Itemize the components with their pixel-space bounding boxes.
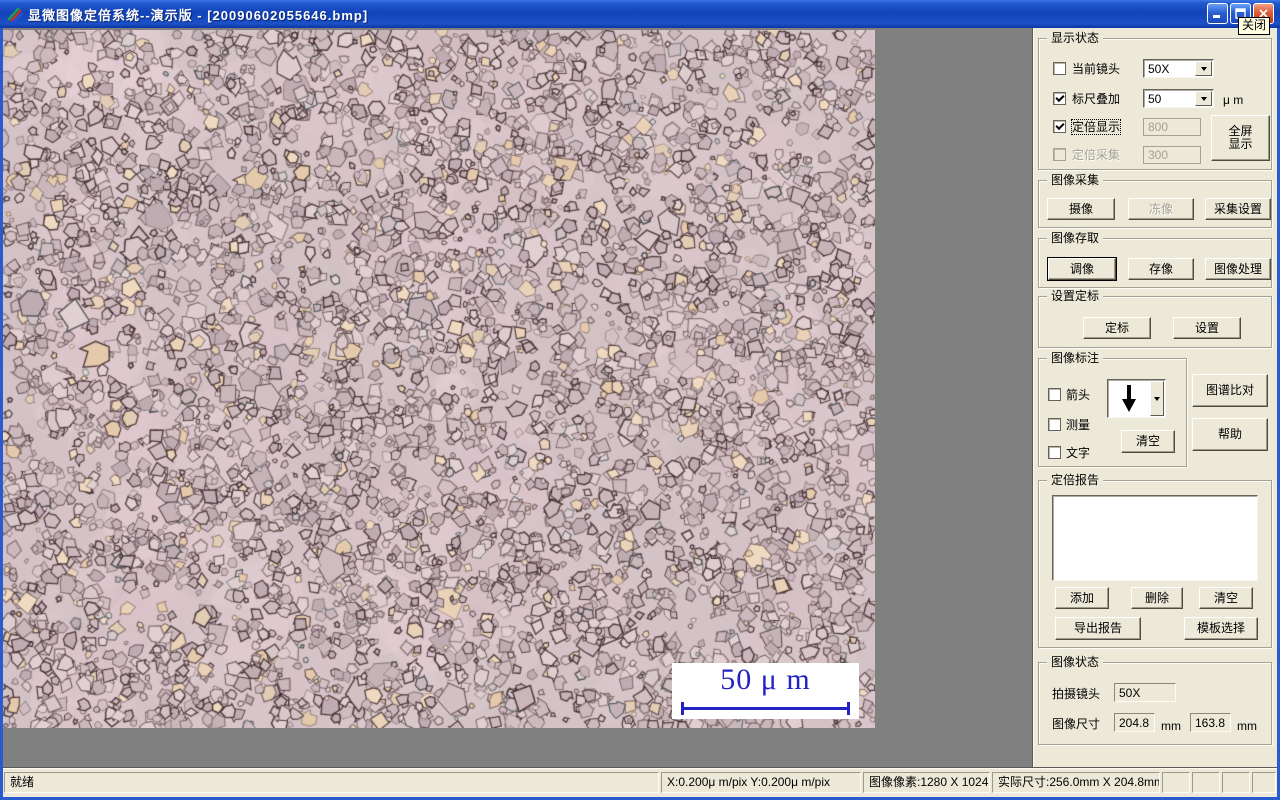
fixed-display-checkbox[interactable] bbox=[1053, 120, 1066, 133]
fixed-capture-checkbox bbox=[1053, 148, 1066, 161]
statusbar: 就绪 X:0.200μ m/pix Y:0.200μ m/pix 图像像素:12… bbox=[3, 768, 1277, 797]
arrow-style-select[interactable] bbox=[1107, 379, 1166, 418]
group-image-storage-title: 图像存取 bbox=[1047, 231, 1104, 245]
group-report-title: 定倍报告 bbox=[1047, 473, 1104, 487]
scale-bar-line bbox=[681, 702, 850, 715]
fixed-capture-label: 定倍采集 bbox=[1072, 148, 1121, 162]
window-title: 显微图像定倍系统--演示版 - [20090602055646.bmp] bbox=[28, 7, 369, 23]
micrograph-image[interactable] bbox=[3, 30, 875, 728]
fixed-capture-input: 300 bbox=[1143, 146, 1201, 164]
calibrate-button[interactable]: 定标 bbox=[1083, 317, 1151, 339]
group-calibration-title: 设置定标 bbox=[1047, 289, 1104, 303]
help-button[interactable]: 帮助 bbox=[1192, 418, 1268, 451]
image-height-field: 163.8 bbox=[1190, 713, 1231, 732]
chevron-down-icon[interactable] bbox=[1195, 61, 1212, 76]
group-image-status: 图像状态 拍摄镜头 50X 图像尺寸 204.8 mm 163.8 mm bbox=[1038, 655, 1272, 745]
ruler-overlay-label: 标尺叠加 bbox=[1072, 92, 1121, 106]
scale-bar-label: 50 μ m bbox=[720, 663, 811, 696]
status-pixel-scale: X:0.200μ m/pix Y:0.200μ m/pix bbox=[661, 772, 861, 793]
report-clear-button[interactable]: 清空 bbox=[1199, 587, 1253, 609]
export-report-button[interactable]: 导出报告 bbox=[1055, 617, 1141, 640]
status-empty-segment bbox=[1222, 772, 1250, 793]
ruler-size-select[interactable]: 50 bbox=[1143, 89, 1214, 108]
group-display-status: 显示状态 当前镜头 50X 标尺叠加 50 μ m 定倍显示 800 定倍采集 … bbox=[1038, 31, 1272, 170]
clear-annotation-button[interactable]: 清空 bbox=[1121, 430, 1175, 453]
group-calibration: 设置定标 定标 设置 bbox=[1038, 289, 1272, 348]
group-image-storage: 图像存取 调像 存像 图像处理 bbox=[1038, 231, 1272, 288]
group-report: 定倍报告 添加 删除 清空 导出报告 模板选择 bbox=[1038, 473, 1272, 648]
current-lens-select[interactable]: 50X bbox=[1143, 59, 1214, 78]
status-ready: 就绪 bbox=[4, 772, 659, 793]
group-annotation: 图像标注 箭头 测量 文字 清空 bbox=[1038, 351, 1187, 467]
text-annotation-label: 文字 bbox=[1066, 446, 1091, 460]
close-tooltip: 关闭 bbox=[1238, 17, 1271, 35]
status-actual-size: 实际尺寸:256.0mm X 204.8mm bbox=[992, 772, 1160, 793]
template-select-button[interactable]: 模板选择 bbox=[1184, 617, 1258, 640]
image-width-unit: mm bbox=[1161, 719, 1181, 733]
minimize-button[interactable] bbox=[1207, 3, 1228, 24]
arrow-annotation-checkbox[interactable] bbox=[1048, 388, 1061, 401]
control-panel: 显示状态 当前镜头 50X 标尺叠加 50 μ m 定倍显示 800 定倍采集 … bbox=[1033, 28, 1277, 768]
calibration-settings-button[interactable]: 设置 bbox=[1173, 317, 1241, 339]
lens-label: 拍摄镜头 bbox=[1052, 687, 1101, 701]
report-delete-button[interactable]: 删除 bbox=[1131, 587, 1183, 609]
group-image-capture-title: 图像采集 bbox=[1047, 173, 1104, 187]
chevron-down-icon[interactable] bbox=[1150, 381, 1164, 416]
down-arrow-icon bbox=[1108, 380, 1149, 417]
image-process-button[interactable]: 图像处理 bbox=[1205, 258, 1271, 280]
app-icon bbox=[6, 5, 24, 23]
group-image-capture: 图像采集 摄像 冻像 采集设置 bbox=[1038, 173, 1272, 228]
group-image-status-title: 图像状态 bbox=[1047, 655, 1104, 669]
report-list[interactable] bbox=[1052, 495, 1258, 581]
current-lens-checkbox[interactable] bbox=[1053, 62, 1066, 75]
titlebar: 显微图像定倍系统--演示版 - [20090602055646.bmp] bbox=[0, 0, 1280, 28]
report-add-button[interactable]: 添加 bbox=[1055, 587, 1109, 609]
freeze-button: 冻像 bbox=[1128, 198, 1194, 220]
image-width-field: 204.8 bbox=[1114, 713, 1155, 732]
group-display-status-title: 显示状态 bbox=[1047, 31, 1104, 45]
chevron-down-icon[interactable] bbox=[1195, 91, 1212, 106]
arrow-annotation-label: 箭头 bbox=[1066, 388, 1091, 402]
capture-button[interactable]: 摄像 bbox=[1047, 198, 1115, 220]
capture-settings-button[interactable]: 采集设置 bbox=[1205, 198, 1271, 220]
image-height-unit: mm bbox=[1237, 719, 1257, 733]
status-empty-segment bbox=[1192, 772, 1220, 793]
load-image-button[interactable]: 调像 bbox=[1048, 258, 1116, 280]
ruler-unit-label: μ m bbox=[1223, 93, 1244, 107]
status-image-pixels: 图像像素:1280 X 1024 bbox=[863, 772, 990, 793]
measure-annotation-checkbox[interactable] bbox=[1048, 418, 1061, 431]
lens-value-field: 50X bbox=[1114, 683, 1176, 702]
measure-annotation-label: 测量 bbox=[1066, 418, 1091, 432]
group-annotation-title: 图像标注 bbox=[1047, 351, 1104, 365]
fixed-display-input: 800 bbox=[1143, 118, 1201, 136]
scale-bar-overlay: 50 μ m bbox=[672, 663, 859, 719]
minimize-icon bbox=[1213, 15, 1220, 18]
atlas-compare-button[interactable]: 图谱比对 bbox=[1192, 374, 1268, 407]
status-resize-grip[interactable] bbox=[1252, 772, 1276, 793]
image-size-label: 图像尺寸 bbox=[1052, 717, 1101, 731]
ruler-overlay-checkbox[interactable] bbox=[1053, 92, 1066, 105]
status-empty-segment bbox=[1162, 772, 1190, 793]
fullscreen-button[interactable]: 全屏 显示 bbox=[1211, 115, 1270, 161]
current-lens-label: 当前镜头 bbox=[1072, 62, 1121, 76]
fixed-display-label: 定倍显示 bbox=[1070, 119, 1122, 135]
text-annotation-checkbox[interactable] bbox=[1048, 446, 1061, 459]
save-image-button[interactable]: 存像 bbox=[1128, 258, 1194, 280]
image-viewport: 50 μ m bbox=[3, 28, 1033, 768]
